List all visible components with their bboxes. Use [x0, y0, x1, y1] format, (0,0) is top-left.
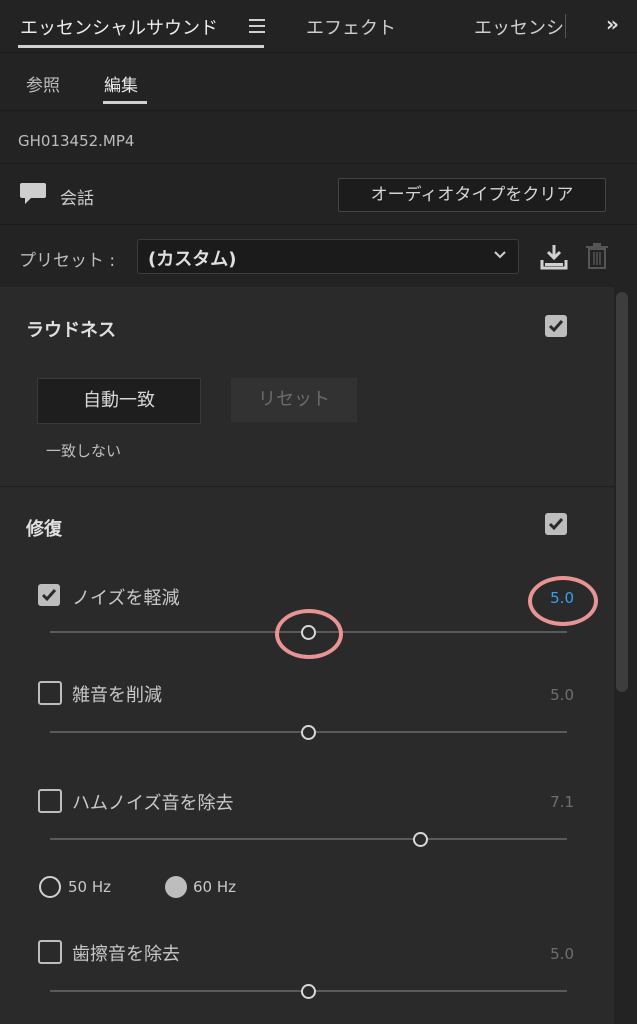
- dehum-label: ハムノイズ音を除去: [72, 793, 234, 814]
- divider: [0, 110, 637, 111]
- panel-menu-icon[interactable]: [249, 19, 265, 33]
- reduce-noise-checkbox[interactable]: [38, 584, 60, 606]
- repair-checkbox[interactable]: [545, 513, 567, 535]
- reset-button: リセット: [231, 378, 357, 422]
- subtab-underline: [103, 101, 147, 104]
- radio-50hz[interactable]: [39, 876, 61, 898]
- preset-value: (カスタム): [148, 249, 237, 270]
- subtab-edit[interactable]: 編集: [104, 71, 138, 96]
- auto-match-button[interactable]: 自動一致: [37, 378, 201, 424]
- chevron-down-icon: [493, 247, 507, 261]
- deess-checkbox[interactable]: [38, 940, 62, 964]
- dehum-slider-track[interactable]: [50, 838, 567, 840]
- divider: [0, 224, 637, 225]
- trash-icon[interactable]: [585, 242, 609, 270]
- reduce-rumble-value[interactable]: 5.0: [514, 686, 574, 704]
- radio-60hz-label: 60 Hz: [193, 878, 237, 896]
- subtab-browse[interactable]: 参照: [26, 71, 60, 96]
- reduce-rumble-label: 雑音を削減: [72, 685, 162, 706]
- tab-essentials-clipped[interactable]: エッセンシ: [474, 14, 564, 40]
- divider: [0, 163, 637, 164]
- dehum-checkbox[interactable]: [38, 789, 62, 813]
- repair-title: 修復: [26, 519, 62, 540]
- save-preset-icon[interactable]: [539, 243, 569, 271]
- section-divider: [0, 486, 614, 487]
- deess-label: 歯擦音を除去: [72, 944, 180, 965]
- radio-60hz[interactable]: [165, 876, 187, 898]
- loudness-checkbox[interactable]: [545, 315, 567, 337]
- thumb-highlight-circle: [275, 609, 343, 659]
- tab-overflow-icon[interactable]: »: [606, 12, 619, 36]
- tab-effects[interactable]: エフェクト: [306, 14, 396, 40]
- loudness-title: ラウドネス: [26, 320, 116, 341]
- audio-type-label: 会話: [60, 189, 94, 209]
- speech-bubble-icon: [19, 182, 47, 204]
- tab-essential-sound[interactable]: エッセンシャルサウンド: [20, 14, 218, 40]
- dehum-slider-thumb[interactable]: [413, 832, 428, 847]
- reduce-rumble-slider-thumb[interactable]: [301, 725, 316, 740]
- deess-value[interactable]: 5.0: [514, 945, 574, 963]
- value-highlight-circle: [528, 576, 598, 626]
- clip-filename: GH013452.MP4: [18, 132, 135, 150]
- tab-separator: [565, 14, 566, 38]
- loudness-status: 一致しない: [46, 442, 122, 460]
- dehum-value[interactable]: 7.1: [514, 793, 574, 811]
- reduce-noise-label: ノイズを軽減: [72, 588, 180, 609]
- deess-slider-thumb[interactable]: [301, 984, 316, 999]
- preset-label: プリセット :: [19, 251, 116, 271]
- scrollbar[interactable]: [616, 292, 628, 692]
- radio-50hz-label: 50 Hz: [68, 878, 112, 896]
- clear-audio-type-button[interactable]: オーディオタイプをクリア: [338, 178, 606, 212]
- active-tab-underline: [18, 45, 264, 48]
- reduce-rumble-checkbox[interactable]: [38, 681, 62, 705]
